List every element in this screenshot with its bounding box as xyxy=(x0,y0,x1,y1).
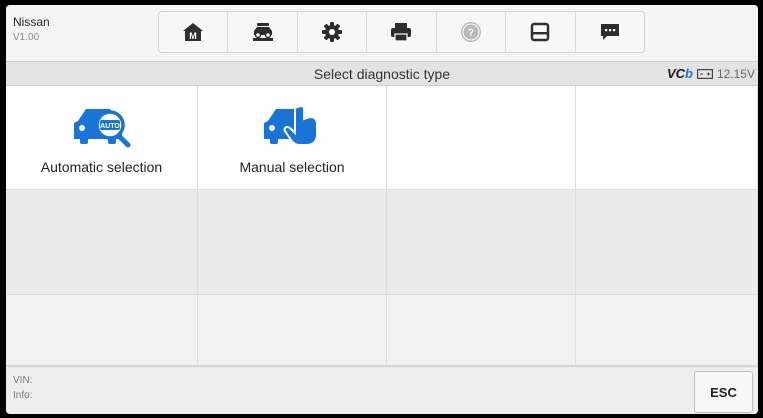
message-icon xyxy=(600,24,619,40)
grid-cell-empty xyxy=(576,86,758,190)
home-badge: M xyxy=(189,31,197,41)
grid-cell-empty xyxy=(387,295,576,366)
auto-icon-text: AUTO xyxy=(100,123,120,130)
vin-label: VIN: xyxy=(13,375,33,386)
help-icon: ? xyxy=(460,22,481,42)
message-button[interactable] xyxy=(576,12,644,52)
grid-cell-empty xyxy=(576,190,758,295)
manual-selection-tile[interactable]: Manual selection xyxy=(198,86,387,190)
settings-icon xyxy=(322,22,343,42)
grid-cell-empty xyxy=(387,190,576,295)
manual-selection-label: Manual selection xyxy=(239,158,345,175)
vehicle-name: Nissan xyxy=(13,15,50,29)
settings-button[interactable] xyxy=(298,12,368,52)
home-button[interactable]: M xyxy=(159,12,229,52)
diagnostic-type-grid: AUTO Automatic selection Manual selectio… xyxy=(6,86,758,366)
grid-cell-empty xyxy=(6,295,198,366)
print-button[interactable] xyxy=(367,12,437,52)
title-bar: Select diagnostic type VCb 12.15V xyxy=(6,61,758,86)
save-button[interactable] xyxy=(506,12,576,52)
grid-cell-empty xyxy=(387,86,576,190)
info-label: Info: xyxy=(13,390,33,401)
svg-text:?: ? xyxy=(468,27,475,39)
print-icon xyxy=(391,23,412,42)
car-manual-hand-icon xyxy=(264,104,318,146)
esc-button[interactable]: ESC xyxy=(694,371,753,413)
grid-cell-empty xyxy=(6,190,198,295)
save-icon xyxy=(531,22,550,42)
software-version: V1.00 xyxy=(13,32,40,43)
battery-voltage: 12.15V xyxy=(716,66,755,81)
grid-cell-empty xyxy=(198,190,387,295)
vehicle-lift-button[interactable] xyxy=(228,12,298,52)
top-toolbar: Nissan V1.00 M ? xyxy=(6,5,758,61)
automatic-selection-tile[interactable]: AUTO Automatic selection xyxy=(6,86,198,190)
app-screen: Nissan V1.00 M ? Select diagnostic type … xyxy=(6,5,758,414)
help-button[interactable]: ? xyxy=(437,12,507,52)
vci-status: VCb 12.15V xyxy=(667,66,755,81)
automatic-selection-label: Automatic selection xyxy=(40,158,163,175)
vci-logo: VCb xyxy=(666,66,693,81)
status-footer: VIN: Info: ESC xyxy=(6,366,758,414)
battery-icon xyxy=(696,68,713,79)
page-title: Select diagnostic type xyxy=(313,66,451,82)
home-icon: M xyxy=(183,23,204,41)
vehicle-lift-icon xyxy=(252,23,273,41)
car-auto-search-icon: AUTO xyxy=(73,108,130,147)
grid-cell-empty xyxy=(198,295,387,366)
toolbar-buttons: M ? xyxy=(158,11,645,53)
grid-cell-empty xyxy=(576,295,758,366)
